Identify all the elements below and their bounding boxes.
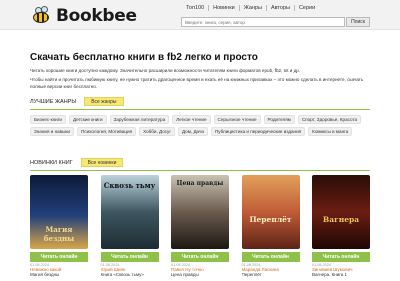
all-genres-button[interactable]: Все жанры bbox=[84, 97, 124, 106]
site-header: Bookbee Топ100 Новинки Жанры Авторы Сери… bbox=[0, 0, 400, 30]
cover-title: Цена правды bbox=[176, 180, 224, 187]
section-divider bbox=[30, 170, 370, 171]
book-cover[interactable]: Сквозь тьму bbox=[100, 175, 159, 249]
book-cover[interactable]: Вагнера bbox=[312, 175, 370, 249]
new-books-section-header: Новинки книг Все новинки bbox=[30, 158, 124, 167]
cover-title: Сквозь тьму bbox=[103, 181, 156, 190]
book-cover[interactable]: Магия бездны bbox=[30, 175, 88, 249]
genre-chip[interactable]: Детские книги bbox=[68, 115, 107, 124]
book-title[interactable]: Магия бездны bbox=[30, 272, 88, 277]
section-divider bbox=[30, 109, 370, 110]
book-title[interactable]: Цена правды bbox=[171, 272, 229, 277]
book-title[interactable]: Книга «Сквозь тьму» bbox=[101, 272, 159, 277]
genres-section-header: Лучшие жанры Все жанры bbox=[30, 97, 124, 106]
book-card: Сквозь тьму Читать онлайн 01.08.2024 Юри… bbox=[100, 175, 159, 277]
read-online-button[interactable]: Читать онлайн bbox=[312, 252, 370, 262]
genre-list: Бизнес-книги Детские книги Зарубежная ли… bbox=[30, 115, 375, 139]
genre-chip[interactable]: Бизнес-книги bbox=[30, 115, 66, 124]
nav-link-top100[interactable]: Топ100 bbox=[182, 5, 210, 11]
page-title: Скачать бесплатно книги в fb2 легко и пр… bbox=[30, 52, 258, 63]
genre-chip[interactable]: Знания и навыки bbox=[30, 127, 74, 136]
book-title[interactable]: Переплёт bbox=[242, 272, 300, 277]
genre-chip[interactable]: Спорт, Здоровье, Красота bbox=[297, 115, 362, 124]
site-logo[interactable]: Bookbee bbox=[30, 5, 137, 27]
nav-link-series[interactable]: Серии bbox=[295, 5, 319, 11]
genre-chip[interactable]: Психология, Мотивация bbox=[77, 127, 137, 136]
book-card: Магия бездны Читать онлайн 01.08.2024 Не… bbox=[30, 175, 88, 277]
bee-logo-icon bbox=[30, 6, 52, 26]
new-books-list: Магия бездны Читать онлайн 01.08.2024 Не… bbox=[30, 175, 370, 277]
search-input[interactable] bbox=[181, 17, 346, 27]
search-form: Поиск bbox=[181, 17, 370, 27]
genre-chip[interactable]: Комиксы и манга bbox=[308, 127, 353, 136]
book-title[interactable]: Вагнера. Книга 1 bbox=[312, 272, 370, 277]
genre-chip[interactable]: Зарубежная литература bbox=[109, 115, 170, 124]
site-name: Bookbee bbox=[56, 6, 137, 26]
search-button[interactable]: Поиск bbox=[346, 17, 370, 27]
read-online-button[interactable]: Читать онлайн bbox=[100, 252, 159, 262]
cover-title: Магия бездны bbox=[43, 225, 75, 243]
genre-chip[interactable]: Публицистика и периодические издания bbox=[210, 127, 306, 136]
read-online-button[interactable]: Читать онлайн bbox=[30, 252, 88, 262]
book-cover[interactable]: Цена правды bbox=[171, 175, 229, 249]
intro-paragraph-2: Чтобы найти и прочитать любимую книгу, н… bbox=[30, 77, 364, 89]
new-books-section-label: Новинки книг bbox=[30, 159, 73, 166]
cover-title: Вагнера bbox=[322, 215, 360, 224]
book-card: Вагнера Читать онлайн 01.08.2024 Зиновие… bbox=[312, 175, 370, 277]
book-card: Переплёт Читать онлайн 01.08.2024 Маранд… bbox=[241, 175, 300, 277]
read-online-button[interactable]: Читать онлайн bbox=[171, 252, 229, 262]
all-new-books-button[interactable]: Все новинки bbox=[80, 158, 124, 167]
read-online-button[interactable]: Читать онлайн bbox=[241, 252, 300, 262]
genre-chip[interactable]: Родителям bbox=[263, 115, 295, 124]
book-card: Цена правды Читать онлайн 01.08.2024 Пав… bbox=[171, 175, 229, 277]
nav-link-new[interactable]: Новинки bbox=[209, 5, 240, 11]
cover-title: Переплёт bbox=[249, 215, 292, 224]
genre-chip[interactable]: Легкое чтение bbox=[172, 115, 211, 124]
genre-chip[interactable]: Дом, Дача bbox=[178, 127, 208, 136]
top-navigation: Топ100 Новинки Жанры Авторы Серии bbox=[182, 5, 319, 11]
intro-paragraph-1: Читать хорошие книги доступно каждому. З… bbox=[30, 68, 301, 73]
genres-section-label: Лучшие жанры bbox=[30, 98, 77, 105]
genre-chip[interactable]: Серьезное чтение bbox=[213, 115, 261, 124]
genre-chip[interactable]: Хобби, Досуг bbox=[139, 127, 176, 136]
nav-link-authors[interactable]: Авторы bbox=[267, 5, 295, 11]
book-cover[interactable]: Переплёт bbox=[241, 175, 300, 249]
nav-link-genres[interactable]: Жанры bbox=[240, 5, 267, 11]
